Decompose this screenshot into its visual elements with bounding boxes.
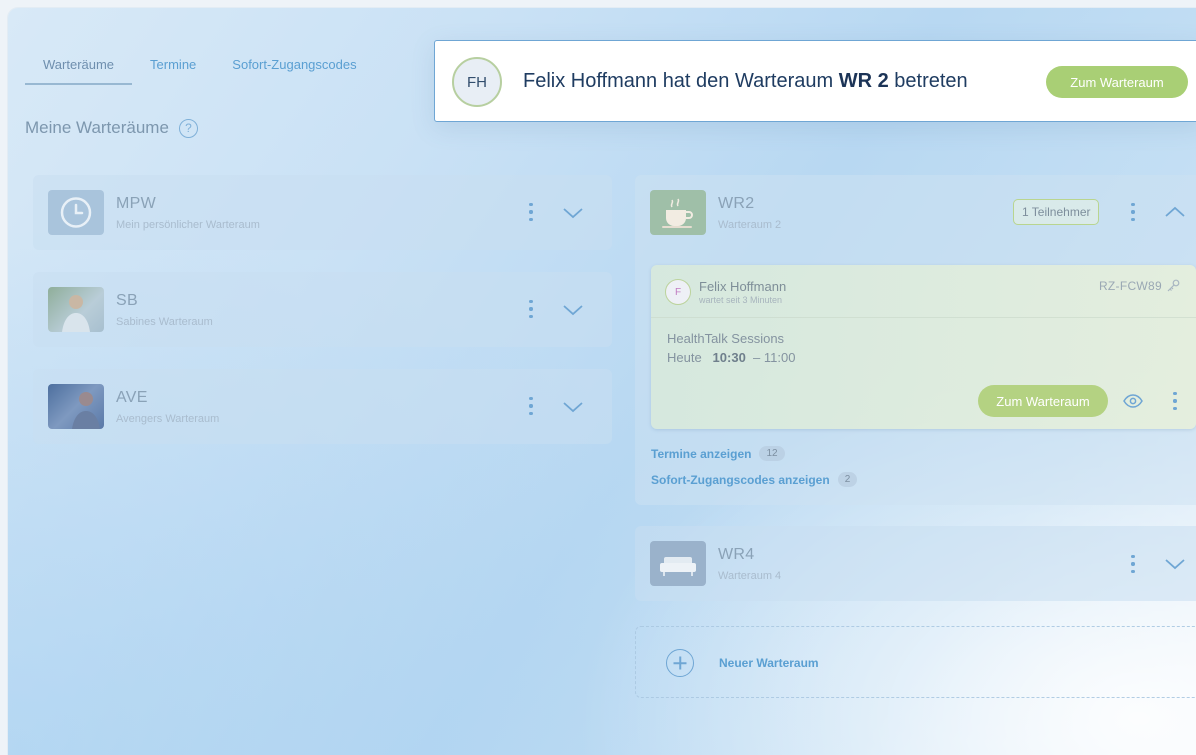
participant-count-badge: 1 Teilnehmer	[1013, 199, 1100, 225]
tab-termine[interactable]: Termine	[132, 48, 214, 85]
more-options-icon[interactable]	[1173, 392, 1177, 410]
chevron-up-icon[interactable]	[1164, 205, 1186, 219]
notification-text-after: betreten	[888, 70, 968, 92]
room-subtitle: Mein persönlicher Warteraum	[116, 218, 260, 231]
session-time: Heute 10:30 – 11:00	[667, 350, 795, 365]
session-title: HealthTalk Sessions	[667, 331, 785, 346]
count-badge: 12	[759, 446, 785, 461]
notification-message: Felix Hoffmann hat den Warteraum WR 2 be…	[523, 70, 968, 93]
clock-icon	[48, 190, 104, 235]
room-name: WR2	[718, 194, 755, 212]
section-title: Meine Warteräume ?	[25, 118, 198, 138]
chevron-down-icon[interactable]	[562, 206, 584, 220]
chevron-down-icon[interactable]	[1164, 557, 1186, 571]
access-code: RZ-FCW89	[1098, 279, 1162, 293]
more-options-icon[interactable]	[529, 300, 533, 318]
link-label[interactable]: Termine anzeigen	[651, 447, 751, 461]
tab-bar: Warteräume Termine Sofort-Zugangscodes	[25, 48, 375, 85]
participant-waiting-time: wartet seit 3 Minuten	[699, 295, 783, 305]
more-options-icon[interactable]	[1131, 203, 1135, 221]
session-end: – 11:00	[753, 350, 796, 365]
divider	[651, 317, 1196, 318]
notification-avatar: FH	[452, 57, 502, 107]
room-photo-ave	[48, 384, 104, 429]
room-subtitle: Sabines Warteraum	[116, 315, 213, 328]
show-appointments-link[interactable]: Termine anzeigen 12	[651, 446, 785, 461]
tab-warteraeume[interactable]: Warteräume	[25, 48, 133, 85]
section-title-text: Meine Warteräume	[25, 118, 169, 137]
notification-room: WR 2	[838, 70, 889, 92]
room-photo-sb	[48, 287, 104, 332]
tab-sofort-zugangscodes[interactable]: Sofort-Zugangscodes	[214, 48, 374, 85]
room-card-ave[interactable]: AVE Avengers Warteraum	[33, 369, 612, 444]
room-card-wr4[interactable]: WR4 Warteraum 4	[635, 526, 1196, 601]
room-subtitle: Warteraum 4	[718, 569, 782, 582]
more-options-icon[interactable]	[529, 203, 533, 221]
chevron-down-icon[interactable]	[562, 400, 584, 414]
room-name: MPW	[116, 194, 157, 212]
more-options-icon[interactable]	[1131, 555, 1135, 573]
room-name: SB	[116, 291, 138, 309]
link-label[interactable]: Sofort-Zugangscodes anzeigen	[651, 473, 830, 487]
session-day: Heute	[667, 350, 702, 365]
sofa-icon	[650, 541, 706, 586]
session-start: 10:30	[712, 350, 746, 365]
room-subtitle: Avengers Warteraum	[116, 412, 220, 425]
room-name: AVE	[116, 388, 148, 406]
participant-name: Felix Hoffmann	[699, 279, 787, 294]
key-icon	[1167, 279, 1180, 292]
room-subtitle: Warteraum 2	[718, 218, 782, 231]
notification-text-before: Felix Hoffmann hat den Warteraum	[523, 70, 839, 92]
chevron-down-icon[interactable]	[562, 303, 584, 317]
more-options-icon[interactable]	[529, 397, 533, 415]
room-name: WR4	[718, 545, 755, 563]
notification-toast: FH Felix Hoffmann hat den Warteraum WR 2…	[434, 40, 1196, 122]
room-header-wr2[interactable]: WR2 Warteraum 2	[635, 175, 1196, 250]
new-room-button[interactable]: Neuer Warteraum	[635, 626, 1196, 698]
participant-avatar: F	[665, 279, 691, 305]
show-access-codes-link[interactable]: Sofort-Zugangscodes anzeigen 2	[651, 472, 858, 487]
help-icon[interactable]: ?	[178, 118, 198, 138]
participant-card: F Felix Hoffmann wartet seit 3 Minuten R…	[651, 265, 1196, 429]
room-card-sb[interactable]: SB Sabines Warteraum	[33, 272, 612, 347]
room-card-mpw[interactable]: MPW Mein persönlicher Warteraum	[33, 175, 612, 250]
new-room-label: Neuer Warteraum	[719, 656, 819, 670]
count-badge: 2	[837, 472, 858, 487]
coffee-cup-icon	[650, 190, 706, 235]
plus-circle-icon	[666, 649, 694, 677]
enter-waiting-room-button[interactable]: Zum Warteraum	[978, 385, 1108, 417]
notification-enter-room-button[interactable]: Zum Warteraum	[1046, 66, 1188, 98]
eye-icon[interactable]	[1123, 394, 1143, 408]
